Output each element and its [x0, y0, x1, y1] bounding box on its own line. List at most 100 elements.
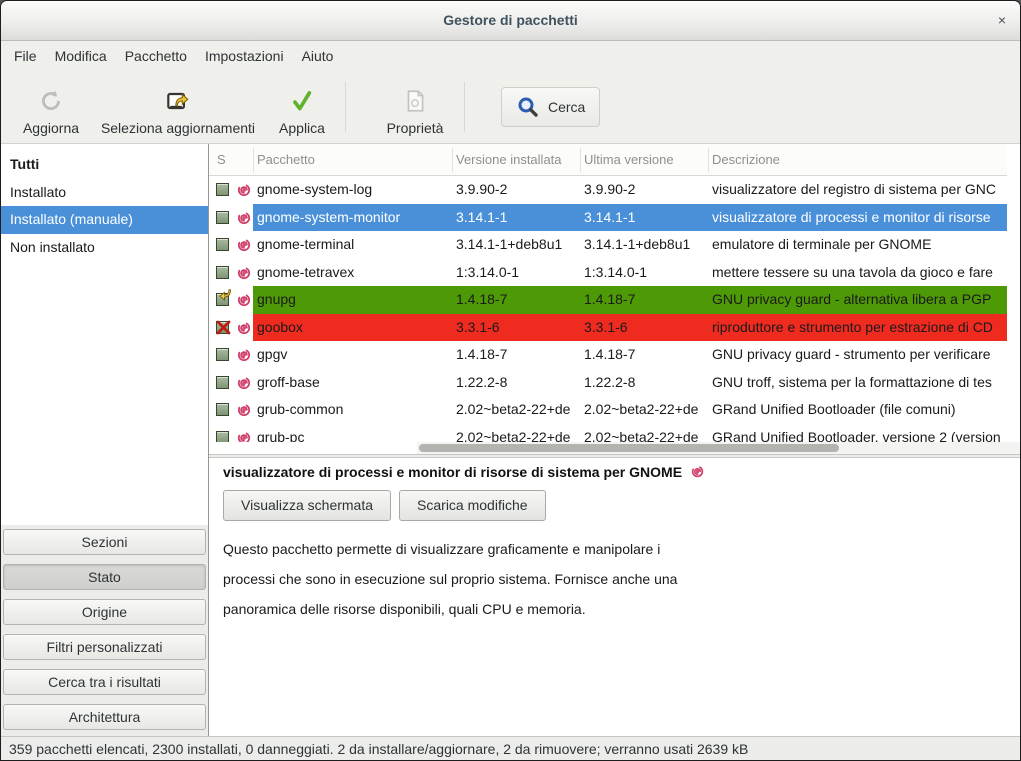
package-name: grub-pc [257, 424, 451, 443]
search-button[interactable]: Cerca [501, 87, 600, 127]
filter-mode-button-origine[interactable]: Origine [3, 599, 206, 625]
package-row[interactable]: grub-common 2.02~beta2-22+de 2.02~beta2-… [209, 396, 1007, 424]
package-row[interactable]: groff-base 1.22.2-8 1.22.2-8 GNU troff, … [209, 369, 1007, 397]
menu-item[interactable]: Impostazioni [196, 43, 293, 69]
package-description: riproduttore e strumento per estrazione … [712, 314, 1007, 342]
debian-swirl-icon [236, 237, 252, 253]
latest-version: 2.02~beta2-22+de [584, 424, 706, 443]
properties-icon [402, 85, 428, 117]
filter-mode-button-architettura[interactable]: Architettura [3, 704, 206, 730]
package-status-icon [216, 182, 233, 199]
description-line: panoramica delle risorse disponibili, qu… [223, 594, 983, 624]
get-changelog-button[interactable]: Scarica modifiche [399, 490, 546, 521]
filter-mode-button-stato[interactable]: Stato [3, 564, 206, 590]
package-description: GNU privacy guard - alternativa libera a… [712, 286, 1007, 314]
package-row[interactable]: gnome-tetravex 1:3.14.0-1 1:3.14.0-1 met… [209, 259, 1007, 287]
description-line: Questo pacchetto permette di visualizzar… [223, 534, 983, 564]
mark-upgrades-icon [164, 85, 192, 117]
titlebar: Gestore di pacchetti × [1, 1, 1020, 41]
statusbar: 359 pacchetti elencati, 2300 installati,… [1, 736, 1020, 761]
window-title: Gestore di pacchetti [1, 12, 1020, 28]
filter-list-item[interactable]: Installato [1, 179, 208, 207]
package-name: goobox [257, 314, 451, 342]
debian-swirl-icon [236, 347, 252, 363]
details-title: visualizzatore di processi e monitor di … [223, 464, 705, 480]
package-description: GRand Unified Bootloader (file comuni) [712, 396, 1007, 424]
installed-version: 2.02~beta2-22+de [456, 396, 578, 424]
details-buttons: Visualizza schermata Scarica modifiche [223, 490, 546, 521]
package-description: GNU troff, sistema per la formattazione … [712, 369, 1007, 397]
package-description: GNU privacy guard - strumento per verifi… [712, 341, 1007, 369]
filter-list-item[interactable]: Tutti [1, 151, 208, 179]
package-row[interactable]: gpgv 1.4.18-7 1.4.18-7 GNU privacy guard… [209, 341, 1007, 369]
close-icon[interactable]: × [998, 11, 1006, 29]
latest-version: 1.4.18-7 [584, 286, 706, 314]
column-header-description[interactable]: Descrizione [712, 144, 1002, 176]
package-status-icon [216, 402, 233, 419]
latest-version: 1.22.2-8 [584, 369, 706, 397]
details-description: Questo pacchetto permette di visualizzar… [223, 534, 983, 624]
toolbar-separator [345, 82, 346, 132]
description-line: processi che sono in esecuzione sul prop… [223, 564, 983, 594]
apply-button[interactable]: Applica [269, 78, 335, 136]
package-row[interactable]: gnome-system-monitor 3.14.1-1 3.14.1-1 v… [209, 204, 1007, 232]
filter-list-item[interactable]: Non installato [1, 234, 208, 262]
menu-item[interactable]: Aiuto [293, 43, 343, 69]
refresh-button[interactable]: Aggiorna [15, 78, 87, 136]
column-header-status[interactable]: S [217, 144, 247, 176]
properties-button[interactable]: Proprietà [376, 78, 454, 136]
column-header-latest-version[interactable]: Ultima versione [584, 144, 704, 176]
package-manager-window: Gestore di pacchetti × File Modifica Pac… [0, 0, 1021, 761]
package-row[interactable]: goobox 3.3.1-6 3.3.1-6 riproduttore e st… [209, 314, 1007, 342]
menubar: File Modifica Pacchetto Impostazioni Aiu… [1, 41, 1020, 71]
column-header-installed-version[interactable]: Versione installata [456, 144, 576, 176]
apply-check-icon [289, 85, 315, 117]
filter-list: Tutti Installato Installato (manuale) No… [1, 144, 208, 525]
package-name: gnome-system-log [257, 176, 451, 204]
filter-selector-panel: Sezioni Stato Origine Filtri personalizzati… [1, 525, 208, 736]
status-text: 359 pacchetti elencati, 2300 installati,… [9, 741, 748, 757]
debian-swirl-icon [236, 375, 252, 391]
horizontal-scrollbar-thumb[interactable] [419, 444, 839, 452]
package-description: mettere tessere su una tavola da gioco e… [712, 259, 1007, 287]
reinstall-arrow-icon [219, 289, 232, 302]
filter-mode-button-sezioni[interactable]: Sezioni [3, 529, 206, 555]
package-name: gnome-system-monitor [257, 204, 451, 232]
filter-mode-button-filtri-personalizzati[interactable]: Filtri personalizzati [3, 634, 206, 660]
package-details-pane: visualizzatore di processi e monitor di … [209, 458, 1021, 736]
package-status-icon [216, 265, 233, 282]
package-status-icon [216, 430, 233, 443]
package-name: gnome-tetravex [257, 259, 451, 287]
filter-mode-button-cerca-tra-i-risultati[interactable]: Cerca tra i risultati [3, 669, 206, 695]
package-row[interactable]: grub-pc 2.02~beta2-22+de 2.02~beta2-22+d… [209, 424, 1007, 443]
menu-item[interactable]: Pacchetto [116, 43, 196, 69]
package-name: gpgv [257, 341, 451, 369]
package-name: gnupg [257, 286, 451, 314]
latest-version: 3.14.1-1+deb8u1 [584, 231, 706, 259]
package-name: groff-base [257, 369, 451, 397]
menu-item[interactable]: File [5, 43, 46, 69]
debian-swirl-icon [236, 402, 252, 418]
horizontal-scrollbar[interactable] [417, 442, 1021, 454]
latest-version: 3.9.90-2 [584, 176, 706, 204]
installed-version: 1:3.14.0-1 [456, 259, 578, 287]
column-header-package[interactable]: Pacchetto [257, 144, 447, 176]
panel-divider [208, 144, 209, 736]
debian-swirl-icon [236, 430, 252, 443]
package-description: visualizzatore di processi e monitor di … [712, 204, 1007, 232]
package-row[interactable]: gnome-system-log 3.9.90-2 3.9.90-2 visua… [209, 176, 1007, 204]
menu-item[interactable]: Modifica [46, 43, 116, 69]
filter-list-item[interactable]: Installato (manuale) [1, 206, 208, 234]
debian-swirl-icon [236, 320, 252, 336]
package-row[interactable]: gnome-terminal 3.14.1-1+deb8u1 3.14.1-1+… [209, 231, 1007, 259]
toolbar: Aggiorna Seleziona aggiornamenti Applica [1, 71, 1020, 144]
package-row[interactable]: gnupg 1.4.18-7 1.4.18-7 GNU privacy guar… [209, 286, 1007, 314]
latest-version: 1.4.18-7 [584, 341, 706, 369]
toolbar-separator [464, 82, 465, 132]
debian-swirl-icon [236, 265, 252, 281]
latest-version: 3.3.1-6 [584, 314, 706, 342]
refresh-icon [38, 85, 64, 117]
package-status-icon [216, 320, 233, 337]
mark-upgrades-button[interactable]: Seleziona aggiornamenti [99, 78, 257, 136]
get-screenshot-button[interactable]: Visualizza schermata [223, 490, 391, 521]
